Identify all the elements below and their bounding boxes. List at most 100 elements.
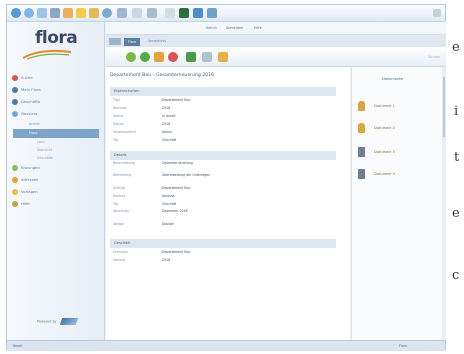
folder-icon (12, 111, 18, 117)
property-row: Bemerkung Überarbeitung der Unterlagen (110, 172, 336, 184)
document-link-label: Dokument 1 (374, 104, 395, 108)
edit-icon[interactable] (154, 52, 164, 62)
sidebar-subitem[interactable]: Übersicht (7, 146, 105, 154)
logout-link[interactable]: Abmelden (226, 26, 243, 30)
logo-swoosh-icon (22, 49, 72, 60)
document-link[interactable]: Dokument 2 (358, 123, 444, 135)
sidebar-subitem[interactable]: Archiv (7, 120, 105, 129)
property-row: Gremium Departement Bau (110, 248, 336, 256)
sidebar-item-geschaefte[interactable]: Geschäfte (7, 96, 105, 108)
property-row: Status In Arbeit (110, 112, 336, 120)
mail-icon[interactable] (193, 8, 203, 18)
calendar-icon[interactable] (132, 8, 142, 18)
property-row: Ablage Dossier (110, 220, 336, 228)
sidebar-item-adressen[interactable]: Adressen (7, 174, 105, 186)
settings-icon[interactable] (147, 8, 157, 18)
property-key: Typ (113, 202, 119, 206)
property-key: Auftrag (113, 186, 125, 190)
property-value: 2016 (162, 122, 171, 126)
app-window: flora Suche Mein Flora Geschäfte Dossier… (6, 4, 446, 351)
property-key: Bemerkung (113, 173, 132, 177)
section-details: Details Beschreibung Gesamterneuerung Bem… (110, 151, 336, 228)
link-icon[interactable] (186, 52, 196, 62)
refresh-icon[interactable] (126, 52, 136, 62)
property-key: Typ (113, 138, 119, 142)
add-icon[interactable] (140, 52, 150, 62)
list-icon[interactable] (117, 8, 127, 18)
document-link[interactable]: Dokument 4 (358, 169, 444, 181)
person-icon (358, 101, 365, 111)
sidebar-item-suche[interactable]: Suche (7, 72, 105, 84)
property-value: Departement Bau (162, 250, 191, 254)
breadcrumb-tab[interactable]: Flora (124, 38, 140, 46)
sidebar-subitem[interactable]: Geschäfte (7, 154, 105, 162)
scrollbar-thumb[interactable] (443, 77, 445, 137)
sidebar-item-label: Adressen (21, 177, 39, 182)
sidebar-item-label: Mein Flora (21, 87, 41, 92)
property-row: Sitzung 2016 (110, 256, 336, 264)
home-icon[interactable] (11, 8, 21, 18)
status-text: Bereit (13, 344, 23, 348)
vertical-scrollbar[interactable] (442, 67, 446, 340)
template-icon (12, 189, 18, 195)
printer-icon (358, 169, 365, 179)
status-bar: Bereit Flora (7, 340, 445, 351)
page-letter: e (452, 40, 460, 55)
user-icon (12, 87, 18, 93)
sidebar-item-vorlagen[interactable]: Vorlagen (7, 186, 105, 198)
property-row: Kontakt Adresse (110, 192, 336, 200)
sidebar-item-label: Sitzungen (21, 165, 40, 170)
back-icon[interactable] (24, 8, 34, 18)
document-link-label: Dokument 3 (374, 150, 395, 154)
forward-icon[interactable] (37, 8, 47, 18)
property-key: Gremium (113, 250, 128, 254)
property-key: Beschreibung (113, 161, 135, 165)
main-area: Admin Abmelden Hilfe Flora Verzeichnis S… (106, 22, 446, 340)
search-icon[interactable] (102, 8, 112, 18)
property-row: Auftrag Departement Bau (110, 184, 336, 192)
chart-icon[interactable] (179, 8, 189, 18)
search-hint[interactable]: Suchen (428, 55, 440, 59)
document-link[interactable]: Dokument 3 (358, 147, 444, 159)
print-icon[interactable] (50, 8, 60, 18)
property-value: Dezember 2016 (162, 209, 188, 213)
sidebar-item-dossiers[interactable]: Dossiers (7, 108, 105, 120)
lock-icon[interactable] (218, 52, 228, 62)
sidebar-subitem[interactable]: Liste (7, 138, 105, 146)
help-link[interactable]: Hilfe (254, 26, 262, 30)
sidebar-subitem-active[interactable]: Flora (13, 129, 99, 138)
property-key: Abschluss (113, 209, 129, 213)
page-letter: i (454, 104, 459, 119)
sidebar-item-mein-flora[interactable]: Mein Flora (7, 84, 105, 96)
sidebar-item-hilfe[interactable]: Hilfe (7, 198, 105, 210)
section-geschaeft: Geschäft Gremium Departement Bau Sitzung 2… (110, 239, 336, 264)
property-key: Status (113, 114, 124, 118)
back-icon[interactable] (109, 38, 121, 45)
delete-icon[interactable] (168, 52, 178, 62)
person-icon (358, 123, 365, 133)
document-link[interactable]: Dokument 1 (358, 101, 444, 113)
pencil-icon[interactable] (63, 8, 73, 18)
folder-icon[interactable] (89, 8, 99, 18)
sidebar-item-sitzungen[interactable]: Sitzungen (7, 162, 105, 174)
star-icon[interactable] (76, 8, 86, 18)
breadcrumb: Flora Verzeichnis (106, 35, 446, 47)
property-row: Abschluss Dezember 2016 (110, 208, 336, 220)
page-letter: c (452, 268, 460, 283)
mail-icon[interactable] (202, 52, 212, 62)
property-key: Nummer (113, 106, 127, 110)
sidebar-item-label: Dossiers (21, 111, 38, 116)
property-value: Überarbeitung der Unterlagen (162, 173, 211, 177)
close-icon[interactable] (433, 9, 441, 17)
users-icon[interactable] (207, 8, 217, 18)
app-logo: flora (35, 28, 78, 48)
property-key: Kontakt (113, 194, 126, 198)
page-title: Departement Bau – Gesamterneuerung 2016 (110, 73, 214, 78)
property-key: Titel (113, 98, 120, 102)
property-value: Geschäft (162, 138, 177, 142)
breadcrumb-text[interactable]: Verzeichnis (148, 39, 166, 43)
document-icon[interactable] (165, 8, 175, 18)
screenshot: e i t e c flora Suche Mein Flora Geschäf… (0, 0, 460, 354)
user-link[interactable]: Admin (206, 26, 217, 30)
property-row: Beschreibung Gesamterneuerung (110, 160, 336, 172)
